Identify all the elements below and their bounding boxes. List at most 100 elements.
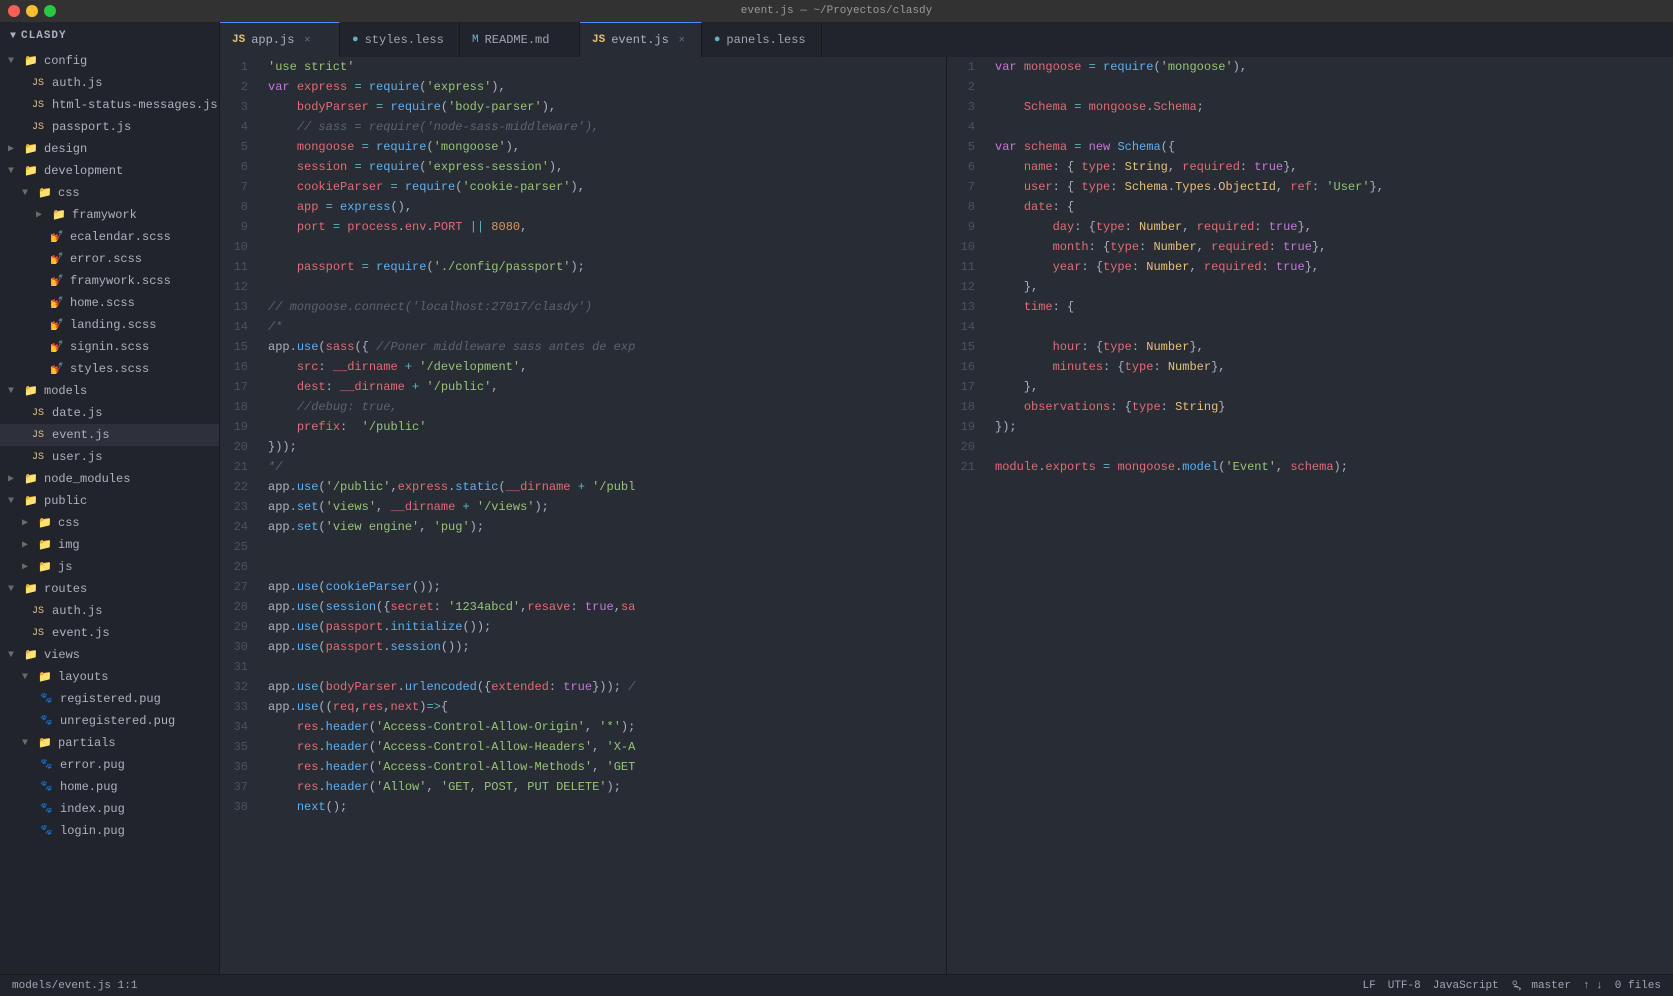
editors-row: 1'use strict' 2var express = require('ex… (220, 57, 1673, 974)
folder-views[interactable]: ▼ 📁 views (0, 644, 219, 666)
folder-config[interactable]: ▼ 📁 config (0, 50, 219, 72)
code-line: 35 res.header('Access-Control-Allow-Head… (220, 737, 946, 757)
editor-area: JS app.js ✕ ● styles.less M README.md JS… (220, 22, 1673, 974)
folder-public-css[interactable]: ▶ 📁 css (0, 512, 219, 534)
file-event-js-active[interactable]: JS event.js (0, 424, 219, 446)
tab-panels-less[interactable]: ● panels.less (702, 22, 822, 57)
file-routes-event-js[interactable]: JS event.js (0, 622, 219, 644)
file-index-pug[interactable]: 🐾 index.pug (0, 798, 219, 820)
statusbar-branch: master (1511, 979, 1571, 992)
code-line: 7 cookieParser = require('cookie-parser'… (220, 177, 946, 197)
file-routes-auth-js[interactable]: JS auth.js (0, 600, 219, 622)
maximize-button[interactable] (44, 5, 56, 17)
folder-icon: 📁 (24, 384, 40, 398)
folder-icon: 📁 (24, 648, 40, 662)
tab-styles-less[interactable]: ● styles.less (340, 22, 460, 57)
statusbar-language: JavaScript (1433, 980, 1499, 992)
code-area-right[interactable]: 1var mongoose = require('mongoose'), 2 3… (947, 57, 1673, 974)
folder-public-img[interactable]: ▶ 📁 img (0, 534, 219, 556)
file-login-pug[interactable]: 🐾 login.pug (0, 820, 219, 842)
code-line: 8 app = express(), (220, 197, 946, 217)
code-line: 4 (947, 117, 1673, 137)
folder-partials[interactable]: ▼ 📁 partials (0, 732, 219, 754)
tab-label: styles.less (365, 33, 444, 47)
minimize-button[interactable] (26, 5, 38, 17)
code-line: 10 (220, 237, 946, 257)
code-line: 25 (220, 537, 946, 557)
file-styles-scss[interactable]: 💅 styles.scss (0, 358, 219, 380)
tab-close-button[interactable]: ✕ (675, 33, 689, 47)
code-area-left[interactable]: 1'use strict' 2var express = require('ex… (220, 57, 946, 974)
file-passport-js[interactable]: JS passport.js (0, 116, 219, 138)
code-line: 12 }, (947, 277, 1673, 297)
scss-icon: 💅 (50, 340, 66, 354)
js-icon: JS (32, 430, 48, 441)
code-line: 6 session = require('express-session'), (220, 157, 946, 177)
file-date-js[interactable]: JS date.js (0, 402, 219, 424)
tab-label: README.md (485, 33, 550, 47)
arrow-icon: ▼ (22, 672, 38, 683)
file-ecalendar-scss[interactable]: 💅 ecalendar.scss (0, 226, 219, 248)
folder-framywork[interactable]: ▶ 📁 framywork (0, 204, 219, 226)
code-line: 18 //debug: true, (220, 397, 946, 417)
code-line: 5var schema = new Schema({ (947, 137, 1673, 157)
code-line: 9 day: {type: Number, required: true}, (947, 217, 1673, 237)
file-registered-pug[interactable]: 🐾 registered.pug (0, 688, 219, 710)
file-error-scss[interactable]: 💅 error.scss (0, 248, 219, 270)
file-auth-js[interactable]: JS auth.js (0, 72, 219, 94)
file-signin-scss[interactable]: 💅 signin.scss (0, 336, 219, 358)
sidebar-title: ▼ CLASDY (0, 22, 219, 50)
js-icon: JS (32, 78, 48, 89)
window-title: event.js — ~/Proyectos/clasdy (741, 5, 932, 17)
folder-public[interactable]: ▼ 📁 public (0, 490, 219, 512)
folder-routes[interactable]: ▼ 📁 routes (0, 578, 219, 600)
code-line: 21module.exports = mongoose.model('Event… (947, 457, 1673, 477)
folder-public-js[interactable]: ▶ 📁 js (0, 556, 219, 578)
code-line: 37 res.header('Allow', 'GET, POST, PUT D… (220, 777, 946, 797)
file-home-scss[interactable]: 💅 home.scss (0, 292, 219, 314)
code-line: 3 Schema = mongoose.Schema; (947, 97, 1673, 117)
file-landing-scss[interactable]: 💅 landing.scss (0, 314, 219, 336)
folder-design[interactable]: ▶ 📁 design (0, 138, 219, 160)
folder-development[interactable]: ▼ 📁 development (0, 160, 219, 182)
arrow-icon: ▼ (22, 738, 38, 749)
folder-icon: 📁 (24, 142, 40, 156)
code-line: 17 dest: __dirname + '/public', (220, 377, 946, 397)
arrow-icon: ▼ (8, 650, 24, 661)
folder-node-modules[interactable]: ▶ 📁 node_modules (0, 468, 219, 490)
scss-icon: 💅 (50, 230, 66, 244)
file-user-js[interactable]: JS user.js (0, 446, 219, 468)
code-line: 24app.set('view engine', 'pug'); (220, 517, 946, 537)
tab-label: app.js (251, 33, 294, 47)
close-button[interactable] (8, 5, 20, 17)
sidebar-arrow: ▼ (10, 31, 17, 42)
code-line: 5 mongoose = require('mongoose'), (220, 137, 946, 157)
titlebar: event.js — ~/Proyectos/clasdy (0, 0, 1673, 22)
file-unregistered-pug[interactable]: 🐾 unregistered.pug (0, 710, 219, 732)
scss-icon: 💅 (50, 296, 66, 310)
folder-layouts[interactable]: ▼ 📁 layouts (0, 666, 219, 688)
folder-css[interactable]: ▼ 📁 css (0, 182, 219, 204)
md-file-icon: M (472, 34, 479, 46)
folder-icon: 📁 (38, 186, 54, 200)
tab-event-js[interactable]: JS event.js ✕ (580, 22, 702, 57)
code-line: 6 name: { type: String, required: true}, (947, 157, 1673, 177)
code-line: 28app.use(session({secret: '1234abcd',re… (220, 597, 946, 617)
code-line: 3 bodyParser = require('body-parser'), (220, 97, 946, 117)
folder-icon: 📁 (38, 538, 54, 552)
statusbar-right: LF UTF-8 JavaScript master ↑ ↓ 0 files (1363, 979, 1661, 992)
code-line: 17 }, (947, 377, 1673, 397)
statusbar-arrows: ↑ ↓ (1583, 980, 1603, 992)
file-framywork-scss[interactable]: 💅 framywork.scss (0, 270, 219, 292)
folder-icon: 📁 (24, 164, 40, 178)
arrow-icon: ▼ (8, 166, 24, 177)
file-home-pug[interactable]: 🐾 home.pug (0, 776, 219, 798)
folder-models[interactable]: ▼ 📁 models (0, 380, 219, 402)
file-error-pug[interactable]: 🐾 error.pug (0, 754, 219, 776)
js-file-icon: JS (232, 34, 245, 46)
tab-close-button[interactable]: ✕ (300, 33, 314, 47)
tab-readme-md[interactable]: M README.md (460, 22, 580, 57)
pug-icon: 🐾 (40, 825, 56, 837)
tab-app-js[interactable]: JS app.js ✕ (220, 22, 340, 57)
file-html-status[interactable]: JS html-status-messages.js (0, 94, 219, 116)
